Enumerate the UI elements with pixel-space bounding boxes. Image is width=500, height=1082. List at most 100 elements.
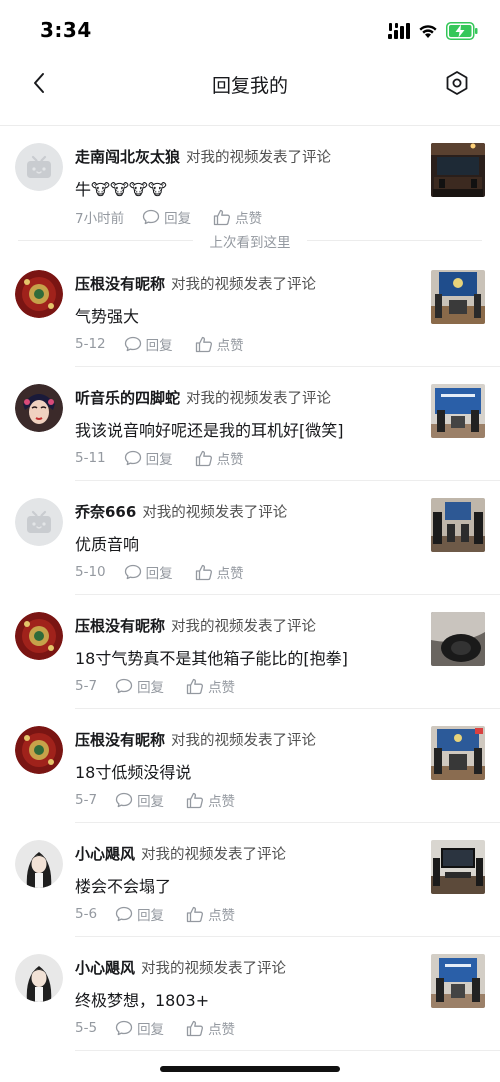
username[interactable]: 压根没有昵称 [75, 275, 165, 293]
home-indicator[interactable] [160, 1066, 340, 1072]
username-row: 走南闯北灰太狼 对我的视频发表了评论 [75, 146, 331, 167]
avatar[interactable] [15, 726, 63, 774]
like-label: 点赞 [235, 211, 263, 227]
like-button[interactable]: 点赞 [186, 904, 235, 924]
username[interactable]: 压根没有昵称 [75, 617, 165, 635]
red-ornament-avatar-icon [15, 726, 63, 774]
avatar[interactable] [15, 498, 63, 546]
settings-button[interactable] [440, 66, 474, 100]
reply-label: 回复 [137, 908, 165, 924]
reply-bubble-icon [115, 1020, 133, 1036]
video-thumbnail[interactable] [431, 143, 485, 197]
username-row: 听音乐的四脚蛇 对我的视频发表了评论 [75, 387, 331, 408]
like-button[interactable]: 点赞 [213, 207, 262, 227]
like-button[interactable]: 点赞 [186, 676, 235, 696]
like-label: 点赞 [208, 1022, 236, 1038]
reply-label: 回复 [137, 680, 165, 696]
comment-text[interactable]: 18寸低频没得说 [75, 759, 191, 783]
red-ornament-avatar-icon [15, 612, 63, 660]
last-seen-divider: 上次看到这里 [0, 227, 500, 253]
like-button[interactable]: 点赞 [186, 790, 235, 810]
avatar[interactable] [15, 954, 63, 1002]
reply-bubble-icon [142, 209, 160, 225]
comment-text[interactable]: 气势强大 [75, 303, 139, 327]
list-item[interactable]: 压根没有昵称 对我的视频发表了评论 18寸气势真不是其他箱子能比的[抱拳] 5-7… [0, 595, 500, 709]
video-thumbnail[interactable] [431, 726, 485, 780]
action-text: 对我的视频发表了评论 [171, 733, 317, 749]
video-thumbnail-image [431, 954, 485, 1008]
video-thumbnail-image [431, 498, 485, 552]
username[interactable]: 压根没有昵称 [75, 731, 165, 749]
avatar[interactable] [15, 270, 63, 318]
default-tv-avatar-icon [15, 498, 63, 546]
comment-text[interactable]: 18寸气势真不是其他箱子能比的[抱拳] [75, 645, 348, 669]
opera-portrait-avatar-icon [15, 384, 63, 432]
item-divider [75, 1050, 500, 1051]
list-item[interactable]: 小心飓风 对我的视频发表了评论 终极梦想，1803+ 5-5 回复 点赞 [0, 937, 500, 1051]
video-thumbnail-image [431, 270, 485, 324]
list-item[interactable]: 听音乐的四脚蛇 对我的视频发表了评论 我该说音响好呢还是我的耳机好[微笑] 5-1… [0, 367, 500, 481]
like-label: 点赞 [208, 908, 236, 924]
video-thumbnail[interactable] [431, 612, 485, 666]
reply-button[interactable]: 回复 [115, 904, 164, 924]
avatar[interactable] [15, 840, 63, 888]
comment-text[interactable]: 优质音响 [75, 531, 139, 555]
wifi-icon [419, 25, 437, 38]
comment-meta: 5-7 回复 点赞 [75, 790, 257, 810]
like-button[interactable]: 点赞 [186, 1018, 235, 1038]
action-text: 对我的视频发表了评论 [186, 391, 332, 407]
username[interactable]: 乔奈666 [75, 503, 136, 521]
list-item[interactable]: 压根没有昵称 对我的视频发表了评论 18寸低频没得说 5-7 回复 点赞 [0, 709, 500, 823]
reply-label: 回复 [137, 794, 165, 810]
video-thumbnail[interactable] [431, 498, 485, 552]
reply-button[interactable]: 回复 [142, 207, 191, 227]
reply-button[interactable]: 回复 [115, 1018, 164, 1038]
like-button[interactable]: 点赞 [195, 562, 244, 582]
username-row: 压根没有昵称 对我的视频发表了评论 [75, 729, 316, 750]
page-title: 回复我的 [211, 75, 288, 97]
username[interactable]: 走南闯北灰太狼 [75, 148, 180, 166]
status-icons [388, 20, 478, 42]
comment-time: 7小时前 [75, 211, 125, 227]
username-row: 小心飓风 对我的视频发表了评论 [75, 843, 286, 864]
reply-bubble-icon [124, 336, 141, 352]
reply-button[interactable]: 回复 [124, 562, 173, 582]
default-tv-avatar-icon [15, 143, 63, 191]
comment-text[interactable]: 我该说音响好呢还是我的耳机好[微笑] [75, 417, 344, 441]
list-item[interactable]: 压根没有昵称 对我的视频发表了评论 气势强大 5-12 回复 点赞 [0, 253, 500, 367]
list-item[interactable]: 走南闯北灰太狼 对我的视频发表了评论 牛🐮🐮🐮🐮 7小时前 回复 点赞 [0, 126, 500, 227]
comment-time: 5-5 [75, 1020, 98, 1036]
thumbs-up-icon [213, 209, 231, 225]
thumbs-up-icon [186, 1020, 204, 1036]
reply-button[interactable]: 回复 [124, 448, 173, 468]
reply-button[interactable]: 回复 [115, 790, 164, 810]
like-button[interactable]: 点赞 [195, 448, 244, 468]
video-thumbnail[interactable] [431, 840, 485, 894]
video-thumbnail[interactable] [431, 954, 485, 1008]
avatar[interactable] [15, 384, 63, 432]
avatar[interactable] [15, 143, 63, 191]
comment-text[interactable]: 终极梦想，1803+ [75, 987, 209, 1011]
username[interactable]: 听音乐的四脚蛇 [75, 389, 180, 407]
like-button[interactable]: 点赞 [195, 334, 244, 354]
comment-meta: 5-11 回复 点赞 [75, 448, 266, 468]
reply-bubble-icon [115, 678, 133, 694]
comment-meta: 5-7 回复 点赞 [75, 676, 257, 696]
comment-text[interactable]: 楼会不会塌了 [75, 873, 171, 897]
list-item[interactable]: 小心飓风 对我的视频发表了评论 楼会不会塌了 5-6 回复 点赞 [0, 823, 500, 937]
comment-text[interactable]: 牛🐮🐮🐮🐮 [75, 176, 167, 200]
video-thumbnail[interactable] [431, 270, 485, 324]
username-row: 小心飓风 对我的视频发表了评论 [75, 957, 286, 978]
last-seen-text: 上次看到这里 [209, 235, 291, 251]
username-row: 乔奈666 对我的视频发表了评论 [75, 501, 287, 522]
username[interactable]: 小心飓风 [75, 959, 135, 977]
action-text: 对我的视频发表了评论 [142, 505, 288, 521]
video-thumbnail[interactable] [431, 384, 485, 438]
status-time: 3:34 [40, 18, 92, 42]
reply-button[interactable]: 回复 [124, 334, 173, 354]
username[interactable]: 小心飓风 [75, 845, 135, 863]
reply-button[interactable]: 回复 [115, 676, 164, 696]
thumbs-up-icon [186, 678, 204, 694]
list-item[interactable]: 乔奈666 对我的视频发表了评论 优质音响 5-10 回复 点赞 [0, 481, 500, 595]
avatar[interactable] [15, 612, 63, 660]
